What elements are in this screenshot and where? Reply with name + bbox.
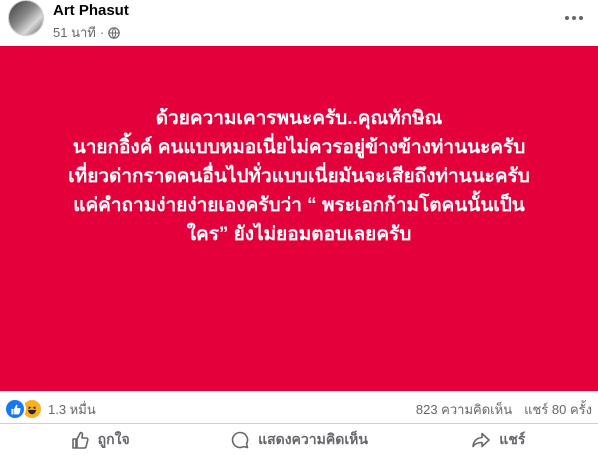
author-avatar[interactable] — [8, 0, 44, 36]
action-bar: ถูกใจ แสดงความคิดเห็น แชร์ — [0, 425, 598, 455]
post-text: ด้วยความเคารพนะครับ..คุณทักษิณ นายกอิ้งค… — [30, 104, 568, 249]
comment-label: แสดงความคิดเห็น — [258, 431, 368, 447]
post-text-line: แค่คำถามง่ายง่ายเองครับว่า “ พระเอกก้ามโ… — [73, 195, 525, 216]
like-label: ถูกใจ — [97, 431, 130, 447]
post-text-line: ด้วยความเคารพนะครับ..คุณทักษิณ — [155, 108, 443, 129]
share-button[interactable]: แชร์ — [399, 425, 598, 455]
post-meta: 51 นาที · — [53, 22, 120, 43]
divider — [0, 423, 598, 424]
shares-count[interactable]: แชร์ 80 ครั้ง — [524, 399, 592, 420]
author-name[interactable]: Art Phasut — [53, 2, 129, 19]
comments-count[interactable]: 823 ความคิดเห็น — [416, 399, 512, 420]
post-time[interactable]: 51 นาที — [53, 22, 96, 43]
globe-icon — [108, 26, 120, 39]
thumbs-up-icon — [71, 431, 89, 449]
share-label: แชร์ — [499, 431, 526, 447]
reactions-count: 1.3 หมื่น — [48, 401, 96, 417]
comment-icon — [231, 431, 249, 449]
share-icon — [472, 432, 491, 448]
more-horizontal-icon — [565, 16, 583, 20]
post-text-line: นายกอิ้งค์ คนแบบหมอเนี่ยไม่ควรอยู่ข้างข้… — [72, 137, 526, 158]
engagement-counts: 823 ความคิดเห็น แชร์ 80 ครั้ง — [416, 399, 592, 420]
post-text-line: ใคร” ยังไม่ยอมตอบเลยครับ — [186, 224, 412, 245]
like-icon — [4, 398, 26, 420]
like-button[interactable]: ถูกใจ — [0, 425, 199, 455]
post-text-line: เที่ยวด่ากราดคนอื่นไปทั่วแบบเนี่ยมันจะเส… — [68, 166, 530, 187]
more-options-button[interactable] — [560, 4, 588, 32]
post-stats: 1.3 หมื่น 823 ความคิดเห็น แชร์ 80 ครั้ง — [0, 391, 598, 423]
comment-button[interactable]: แสดงความคิดเห็น — [199, 425, 398, 455]
reactions-summary[interactable]: 1.3 หมื่น — [4, 398, 96, 420]
